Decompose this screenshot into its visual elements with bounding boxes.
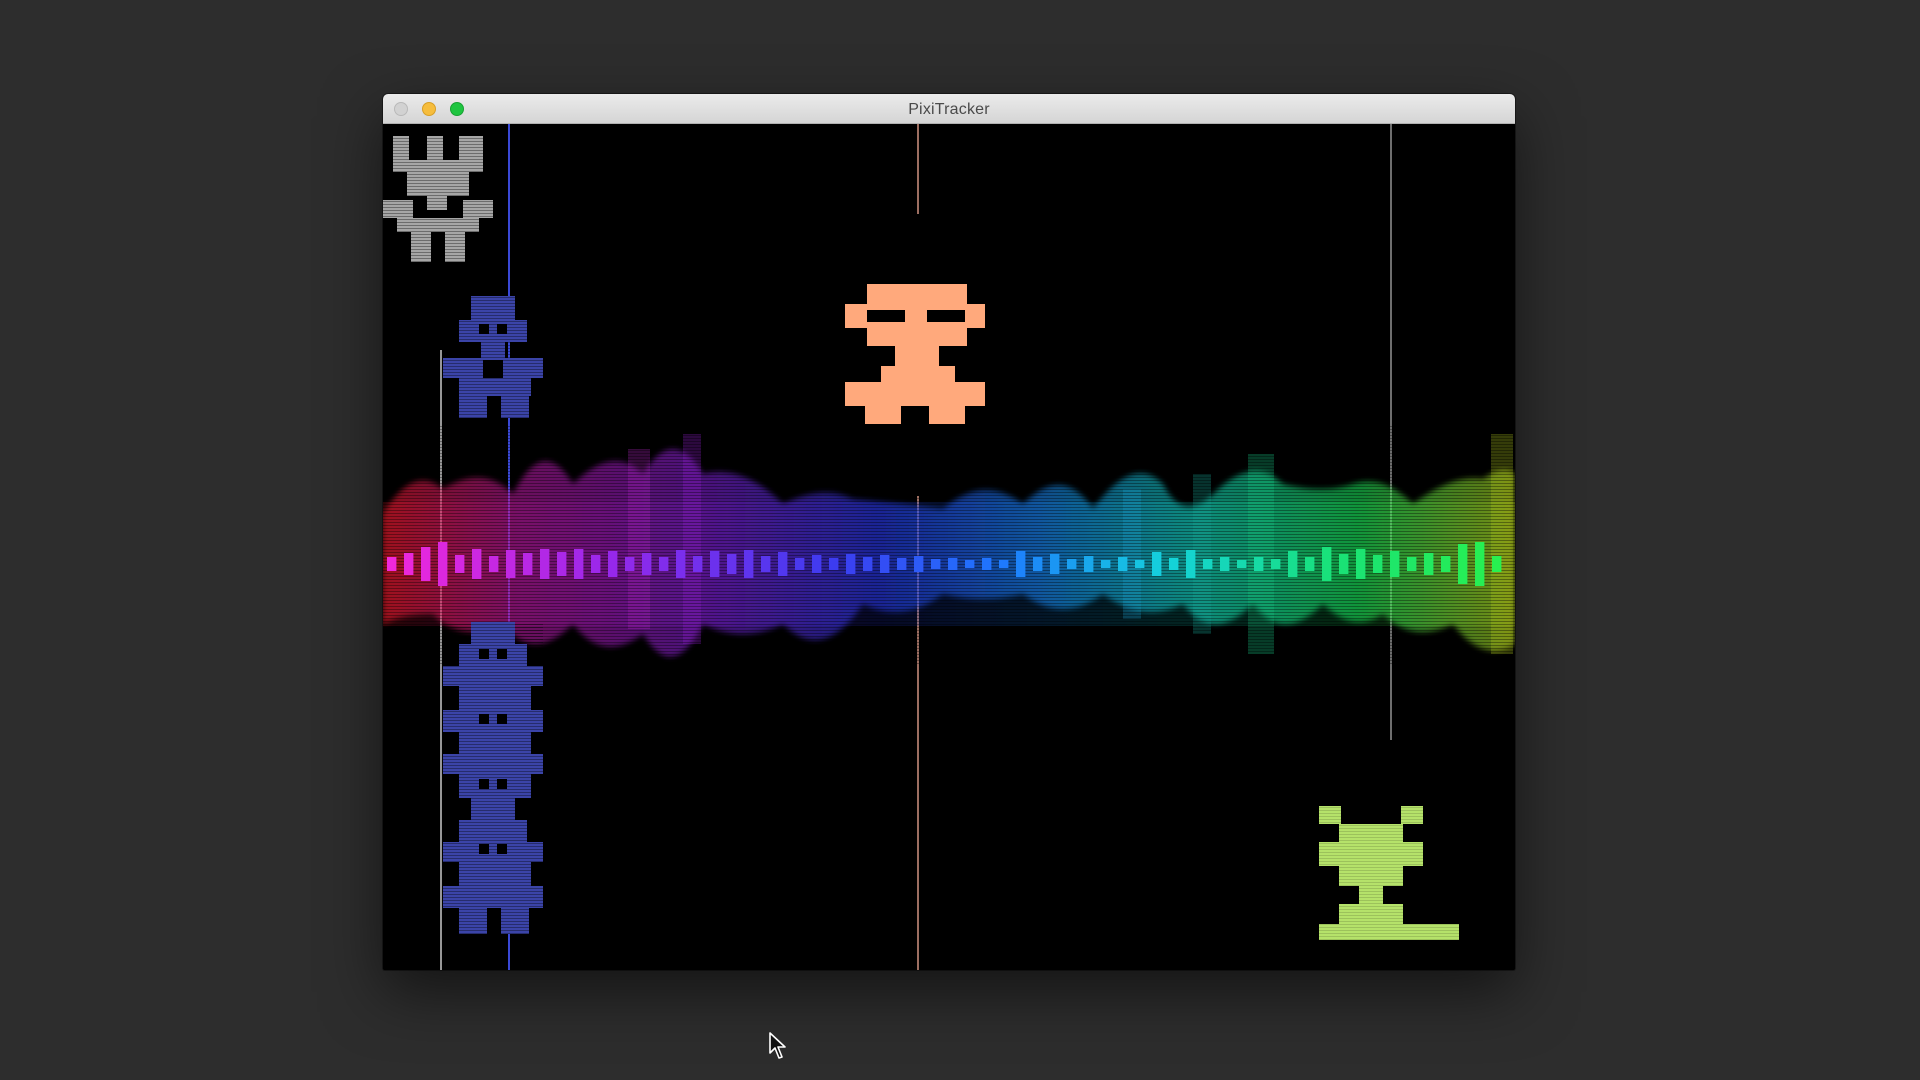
equalizer-bar (1050, 554, 1060, 574)
desktop: PixiTracker (0, 0, 1920, 1080)
equalizer-bar (1305, 557, 1315, 571)
sprite-green (1319, 806, 1459, 940)
equalizer-bar (1407, 557, 1417, 571)
equalizer-bar (404, 553, 414, 575)
equalizer-bar (1220, 557, 1230, 571)
equalizer-bar (1441, 556, 1451, 572)
equalizer-bar (1016, 551, 1026, 577)
sprite-orange (845, 284, 985, 424)
equalizer-bar (897, 558, 907, 570)
equalizer-bar (965, 560, 975, 568)
equalizer-bar (829, 558, 839, 570)
equalizer-bar (387, 557, 397, 571)
equalizer-bar (948, 558, 958, 570)
equalizer-bar (1271, 559, 1281, 569)
equalizer-bar (812, 555, 822, 573)
equalizer-bar (999, 560, 1009, 568)
equalizer-bar (880, 555, 890, 573)
equalizer-bar (795, 558, 805, 570)
arrow-cursor-icon (769, 1032, 786, 1059)
equalizer-bar (1237, 560, 1247, 568)
equalizer-bar (1475, 542, 1485, 586)
equalizer-bar (744, 550, 754, 578)
visualizer-svg (383, 124, 1515, 970)
window-titlebar[interactable]: PixiTracker (383, 94, 1515, 124)
equalizer-bar (625, 557, 635, 571)
equalizer-bar (1339, 554, 1349, 574)
equalizer-bar (1373, 555, 1383, 573)
equalizer-bar (1390, 551, 1400, 577)
equalizer-bar (1101, 560, 1111, 568)
equalizer-bar (727, 554, 737, 574)
spectrum-scanlines (383, 424, 1515, 664)
equalizer-bar (489, 556, 499, 572)
equalizer-bar (1169, 558, 1179, 570)
equalizer-bar (659, 557, 669, 571)
equalizer-bar (863, 557, 873, 571)
equalizer-bar (540, 549, 550, 579)
equalizer-bar (506, 550, 516, 578)
equalizer-bar (982, 558, 992, 570)
equalizer-bar (1424, 553, 1434, 575)
app-window: PixiTracker (383, 94, 1515, 970)
equalizer-bar (1458, 544, 1468, 584)
equalizer-bar (1322, 547, 1332, 581)
equalizer-bar (642, 553, 652, 575)
sprite-blue-lower (443, 622, 543, 934)
equalizer-bar (778, 552, 788, 576)
equalizer-bar (1356, 549, 1366, 579)
equalizer-bar (676, 550, 686, 578)
equalizer-bar (455, 555, 465, 573)
window-title: PixiTracker (908, 101, 990, 118)
visualizer-canvas[interactable] (383, 124, 1515, 970)
equalizer-bar (1186, 550, 1196, 578)
equalizer-bar (1118, 557, 1128, 571)
equalizer-bar (1203, 559, 1213, 569)
equalizer-bar (693, 556, 703, 572)
equalizer-bar (846, 554, 856, 574)
equalizer-bar (1067, 559, 1077, 569)
equalizer-bar (761, 556, 771, 572)
equalizer-bar (710, 551, 720, 577)
equalizer-bar (1288, 551, 1298, 577)
equalizer-bar (608, 551, 618, 577)
equalizer-bar (523, 553, 533, 575)
equalizer-bar (1135, 560, 1145, 568)
equalizer-bar (931, 559, 941, 569)
equalizer-bar (1254, 557, 1264, 571)
equalizer-bar (472, 549, 482, 579)
sprite-gray (383, 124, 493, 264)
sprite-blue-upper (443, 296, 543, 420)
equalizer-bar (574, 549, 584, 579)
equalizer-bar (1492, 556, 1502, 572)
equalizer-bar (1152, 552, 1162, 576)
equalizer-bar (1084, 556, 1094, 572)
equalizer-bar (1033, 557, 1043, 571)
equalizer-bar (438, 542, 448, 586)
equalizer-bar (914, 556, 924, 572)
equalizer-bar (557, 552, 567, 576)
equalizer-bar (421, 547, 431, 581)
equalizer-bar (591, 555, 601, 573)
